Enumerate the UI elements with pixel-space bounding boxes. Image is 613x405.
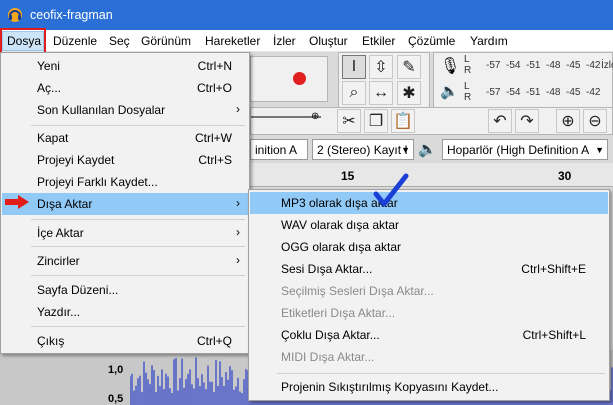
menu-item-zincirler[interactable]: Zincirler › bbox=[2, 250, 248, 272]
multi-tool-icon[interactable]: ✱ bbox=[397, 81, 421, 105]
chevron-down-icon: ▼ bbox=[595, 145, 604, 155]
speaker-icon[interactable]: 🔈 bbox=[440, 82, 459, 100]
meter-toolbar: 🎙 🔈 L R L R -57 -54 -51 -48 -45 -42 İzle… bbox=[433, 52, 613, 108]
meter-tick: -51 bbox=[526, 60, 541, 71]
meter-label-r: R bbox=[464, 92, 472, 103]
paste-icon[interactable]: 📋 bbox=[391, 109, 415, 133]
menu-item-kapat[interactable]: Kapat Ctrl+W bbox=[2, 127, 248, 149]
audio-host-combo[interactable]: inition A bbox=[250, 139, 308, 160]
meter-tick: -54 bbox=[506, 60, 521, 71]
envelope-tool-icon[interactable]: ⇳ bbox=[369, 55, 393, 79]
menu-etkiler[interactable]: Etkiler bbox=[362, 34, 395, 48]
zoom-in-icon[interactable]: ⊕ bbox=[556, 109, 580, 133]
menu-separator bbox=[31, 246, 245, 247]
menu-item-ice-aktar[interactable]: İçe Aktar › bbox=[2, 222, 248, 244]
zoom-tool-icon[interactable]: ⌕ bbox=[342, 81, 366, 105]
export-submenu: MP3 olarak dışa aktar WAV olarak dışa ak… bbox=[248, 189, 610, 401]
edit-toolbar: ⊕ ✂ ❐ 📋 ↶ ↷ ⊕ ⊖ bbox=[250, 107, 613, 135]
menu-separator bbox=[31, 125, 245, 126]
title-bar: ceofix-fragman bbox=[0, 0, 613, 30]
submenu-item-midi: MIDI Dışa Aktar... bbox=[281, 350, 375, 364]
menu-sec[interactable]: Seç bbox=[109, 34, 130, 48]
timeshift-tool-icon[interactable]: ↔ bbox=[369, 81, 393, 105]
cut-icon[interactable]: ✂ bbox=[337, 109, 361, 133]
submenu-item-secilmis-sesler: Seçilmiş Sesleri Dışa Aktar... bbox=[281, 284, 434, 298]
meter-tick: -57 bbox=[486, 87, 501, 98]
slider-thumb-icon[interactable]: ⊕ bbox=[311, 111, 319, 122]
submenu-item-sesi-disa-aktar[interactable]: Sesi Dışa Aktar... Ctrl+Shift+E bbox=[250, 258, 608, 280]
tools-toolbar: I ⇳ ✎ ⌕ ↔ ✱ bbox=[338, 52, 430, 108]
track-scale-mid: 0,5 bbox=[108, 393, 124, 405]
menu-cozumle[interactable]: Çözümle bbox=[408, 34, 455, 48]
meter-tick: -45 bbox=[566, 60, 581, 71]
menu-item-ac[interactable]: Aç... Ctrl+O bbox=[2, 77, 248, 99]
annotation-checkmark-icon bbox=[373, 173, 409, 207]
audacity-logo-icon bbox=[8, 8, 22, 22]
chevron-right-icon: › bbox=[236, 225, 240, 239]
menu-item-cikis[interactable]: Çıkış Ctrl+Q bbox=[2, 330, 248, 352]
undo-icon[interactable]: ↶ bbox=[488, 109, 512, 133]
menu-separator bbox=[31, 326, 245, 327]
submenu-item-wav[interactable]: WAV olarak dışa aktar bbox=[250, 214, 608, 236]
menu-bar: Dosya Düzenle Seç Görünüm Hareketler İzl… bbox=[0, 30, 613, 52]
playback-speaker-icon: 🔈 bbox=[418, 141, 437, 158]
chevron-right-icon: › bbox=[236, 102, 240, 116]
menu-item-projeyi-kaydet[interactable]: Projeyi Kaydet Ctrl+S bbox=[2, 149, 248, 171]
playback-device-combo[interactable]: Hoparlör (High Definition A ▼ bbox=[442, 139, 608, 160]
menu-item-son-kullanilan[interactable]: Son Kullanılan Dosyalar › bbox=[2, 99, 248, 121]
menu-item-yazdir[interactable]: Yazdır... bbox=[2, 301, 248, 323]
menu-duzenle[interactable]: Düzenle bbox=[53, 34, 97, 48]
menu-izler[interactable]: İzler bbox=[273, 34, 296, 48]
track-scale-top: 1,0 bbox=[108, 364, 124, 376]
meter-label-r: R bbox=[464, 65, 472, 76]
meter-tick: -42 bbox=[586, 87, 601, 98]
menu-gorunum[interactable]: Görünüm bbox=[141, 34, 191, 48]
zoom-out-icon[interactable]: ⊖ bbox=[583, 109, 607, 133]
window-title: ceofix-fragman bbox=[30, 8, 113, 22]
chevron-right-icon: › bbox=[236, 196, 240, 210]
menu-item-yeni[interactable]: Yeni Ctrl+N bbox=[2, 55, 248, 77]
draw-tool-icon[interactable]: ✎ bbox=[397, 55, 421, 79]
selection-tool-icon[interactable]: I bbox=[342, 55, 366, 79]
menu-separator bbox=[31, 219, 245, 220]
meter-tick: -48 bbox=[546, 60, 561, 71]
submenu-item-sikistirilmis-kopya[interactable]: Projenin Sıkıştırılmış Kopyasını Kaydet.… bbox=[250, 376, 608, 398]
transport-toolbar bbox=[250, 56, 328, 102]
redo-icon[interactable]: ↷ bbox=[515, 109, 539, 133]
menu-separator bbox=[277, 373, 605, 374]
submenu-item-coklu-disa-aktar[interactable]: Çoklu Dışa Aktar... Ctrl+Shift+L bbox=[250, 324, 608, 346]
file-menu: Yeni Ctrl+N Aç... Ctrl+O Son Kullanılan … bbox=[0, 52, 250, 354]
menu-olustur[interactable]: Oluştur bbox=[309, 34, 348, 48]
menu-hareketler[interactable]: Hareketler bbox=[205, 34, 260, 48]
meter-tick: -48 bbox=[546, 87, 561, 98]
ruler-tick: 15 bbox=[341, 169, 355, 183]
record-icon[interactable] bbox=[293, 72, 306, 85]
meter-tick: -45 bbox=[566, 87, 581, 98]
meter-tick: -51 bbox=[526, 87, 541, 98]
submenu-item-mp3[interactable]: MP3 olarak dışa aktar bbox=[250, 192, 608, 214]
recording-channels-combo[interactable]: 2 (Stereo) Kayıt I ▼ bbox=[312, 139, 414, 160]
menu-yardim[interactable]: Yardım bbox=[470, 34, 508, 48]
menu-item-farkli-kaydet[interactable]: Projeyi Farklı Kaydet... bbox=[2, 171, 248, 193]
meter-label-l: L bbox=[464, 81, 470, 92]
meter-tick: -42 bbox=[586, 60, 601, 71]
copy-icon[interactable]: ❐ bbox=[364, 109, 388, 133]
chevron-down-icon: ▼ bbox=[401, 145, 410, 155]
timeline-ruler[interactable]: 15 30 bbox=[248, 163, 613, 187]
ruler-tick: 30 bbox=[558, 169, 572, 183]
microphone-icon[interactable]: 🎙 bbox=[440, 56, 460, 76]
meter-label-l: L bbox=[464, 54, 470, 65]
annotation-arrow-icon bbox=[5, 195, 29, 209]
meter-tick: -54 bbox=[506, 87, 521, 98]
submenu-item-etiketler: Etiketleri Dışa Aktar... bbox=[281, 306, 396, 320]
chevron-right-icon: › bbox=[236, 253, 240, 267]
menu-item-sayfa-duzeni[interactable]: Sayfa Düzeni... bbox=[2, 279, 248, 301]
meter-tick: -57 bbox=[486, 60, 501, 71]
submenu-item-ogg[interactable]: OGG olarak dışa aktar bbox=[250, 236, 608, 258]
menu-item-disa-aktar[interactable]: Dışa Aktar › bbox=[2, 193, 248, 215]
menu-separator bbox=[31, 275, 245, 276]
monitor-label[interactable]: İzle bbox=[601, 60, 613, 71]
